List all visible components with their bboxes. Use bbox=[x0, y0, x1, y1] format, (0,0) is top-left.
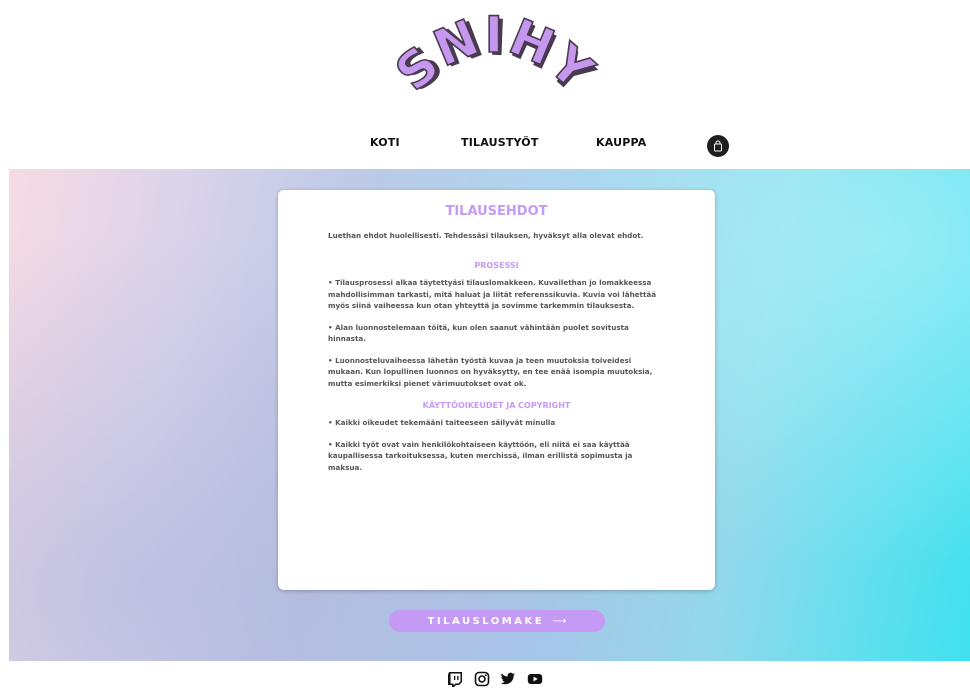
nav-item-tilaustyot[interactable]: TILAUSTYÖT bbox=[461, 136, 539, 149]
site-header: SNIHY SNIHY KOTI TILAUSTYÖT KAUPPA bbox=[0, 0, 970, 170]
hero-section: TILAUSEHDOT Luethan ehdot huolellisesti.… bbox=[9, 169, 970, 661]
section-title-rights: KÄYTTÖOIKEUDET JA COPYRIGHT bbox=[422, 401, 571, 410]
twitch-icon[interactable] bbox=[447, 671, 463, 687]
order-form-label: TILAUSLOMAKE bbox=[427, 615, 545, 627]
process-paragraph-3: • Luonnosteluvaiheessa lähetän työstä ku… bbox=[328, 355, 653, 388]
shopping-bag-icon bbox=[714, 140, 722, 152]
snihy-logo[interactable]: SNIHY SNIHY bbox=[375, 8, 615, 120]
process-paragraph-2: • Alan luonnostelemaan töitä, kun olen s… bbox=[328, 322, 629, 344]
youtube-icon[interactable] bbox=[527, 671, 543, 687]
nav-item-koti[interactable]: KOTI bbox=[370, 136, 400, 149]
process-paragraph-1: • Tilausprosessi alkaa täytettyäsi tilau… bbox=[328, 278, 657, 310]
card-title: TILAUSEHDOT bbox=[445, 204, 548, 219]
site-footer bbox=[0, 661, 970, 688]
rights-paragraph-1: • Kaikki oikeudet tekemääni taiteeseen s… bbox=[328, 418, 556, 427]
svg-text:SNIHY: SNIHY bbox=[385, 8, 605, 102]
order-form-button[interactable]: TILAUSLOMAKE ⟶ bbox=[389, 610, 605, 632]
instagram-icon[interactable] bbox=[474, 671, 490, 687]
rights-paragraph-2: • Kaikki työt ovat vain henkilökohtaisee… bbox=[328, 439, 633, 472]
nav-item-kauppa[interactable]: KAUPPA bbox=[596, 136, 646, 149]
twitter-icon[interactable] bbox=[500, 671, 516, 687]
terms-card: TILAUSEHDOT Luethan ehdot huolellisesti.… bbox=[278, 190, 715, 590]
cart-button[interactable] bbox=[707, 135, 729, 157]
arrow-right-icon: ⟶ bbox=[552, 615, 567, 627]
intro-text: Luethan ehdot huolellisesti. Tehdessäsi … bbox=[328, 231, 644, 240]
section-title-process: PROSESSI bbox=[474, 261, 519, 270]
main-nav: KOTI TILAUSTYÖT KAUPPA bbox=[0, 136, 970, 156]
